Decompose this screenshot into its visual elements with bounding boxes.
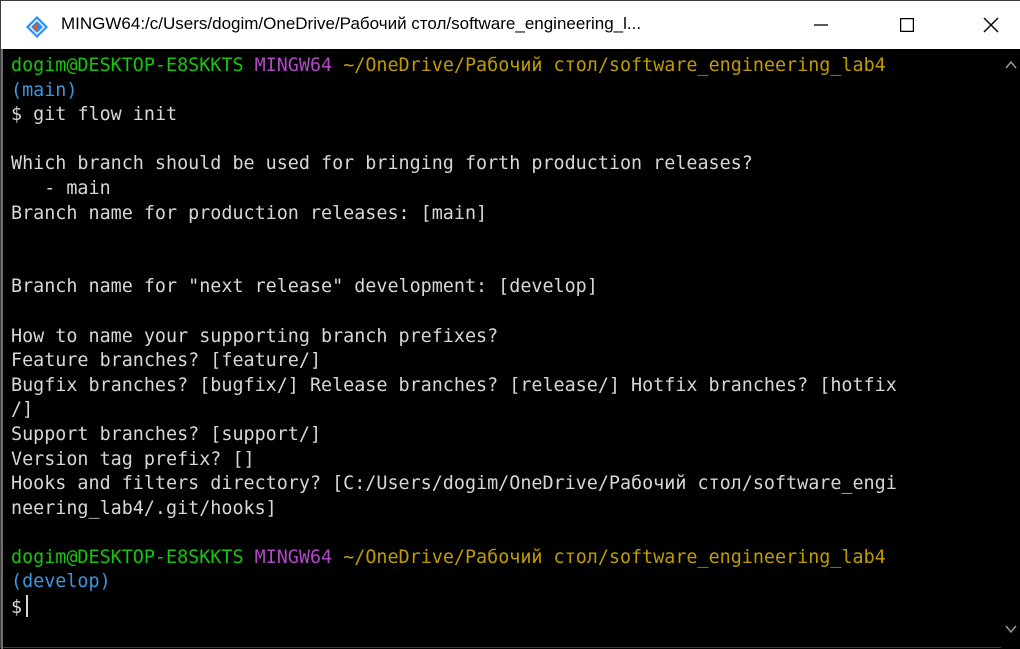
output-line: Branch name for "next release" developme… (11, 276, 598, 298)
vertical-scrollbar[interactable] (1001, 49, 1020, 649)
output-line: Branch name for production releases: [ma… (11, 202, 488, 224)
maximize-icon (900, 18, 914, 32)
output-line: Feature branches? [feature/] (11, 350, 322, 372)
prompt-user: dogim@DESKTOP-E8SKKTS (11, 55, 244, 76)
minimize-button[interactable] (793, 1, 849, 49)
prompt-branch: (develop) (11, 571, 111, 593)
prompt-branch: (main) (11, 79, 78, 101)
output-line: Bugfix branches? [bugfix/] Release branc… (11, 374, 897, 396)
prompt-symbol: $ (11, 597, 23, 619)
output-line: /] (11, 399, 34, 421)
output-line: How to name your supporting branch prefi… (11, 325, 499, 347)
git-bash-icon (26, 16, 48, 38)
close-icon (983, 17, 999, 33)
maximize-button[interactable] (879, 1, 935, 49)
command-line: $ git flow init (11, 103, 1001, 128)
input-line[interactable]: $ (11, 595, 1001, 620)
terminal-output[interactable]: dogim@DESKTOP-E8SKKTS MINGW64 ~/OneDrive… (1, 49, 1001, 649)
prompt-path: ~/OneDrive/Рабочий стол/software_enginee… (343, 546, 886, 568)
output-line: Version tag prefix? [] (11, 448, 255, 470)
prompt-line: dogim@DESKTOP-E8SKKTS MINGW64 ~/OneDrive… (11, 54, 1001, 79)
output-line: - main (11, 177, 111, 199)
prompt-path: ~/OneDrive/Рабочий стол/software_enginee… (343, 55, 886, 76)
close-button[interactable] (963, 1, 1019, 49)
prompt-host: MINGW64 (254, 546, 333, 568)
prompt-branch-line: (main) (11, 79, 1001, 104)
output-line: Hooks and filters directory? [C:/Users/d… (11, 473, 897, 495)
output-line: neering_lab4/.git/hooks] (11, 497, 277, 519)
prompt-symbol: $ (11, 104, 23, 126)
scroll-down-icon[interactable] (1004, 623, 1018, 635)
terminal-window: MINGW64:/c/Users/dogim/OneDrive/Рабочий … (0, 0, 1020, 649)
minimize-icon (814, 24, 828, 26)
output-line: Support branches? [support/] (11, 423, 322, 445)
text-cursor (26, 595, 29, 618)
output-line: Which branch should be used for bringing… (11, 153, 753, 175)
command-text: git flow init (33, 104, 178, 126)
title-bar[interactable]: MINGW64:/c/Users/dogim/OneDrive/Рабочий … (1, 1, 1020, 49)
prompt-branch-line: (develop) (11, 570, 1001, 595)
prompt-user: dogim@DESKTOP-E8SKKTS (11, 546, 244, 568)
window-title: MINGW64:/c/Users/dogim/OneDrive/Рабочий … (61, 14, 642, 33)
prompt-line: dogim@DESKTOP-E8SKKTS MINGW64 ~/OneDrive… (11, 546, 1001, 571)
scroll-up-icon[interactable] (1004, 59, 1018, 71)
prompt-host: MINGW64 (254, 55, 333, 76)
